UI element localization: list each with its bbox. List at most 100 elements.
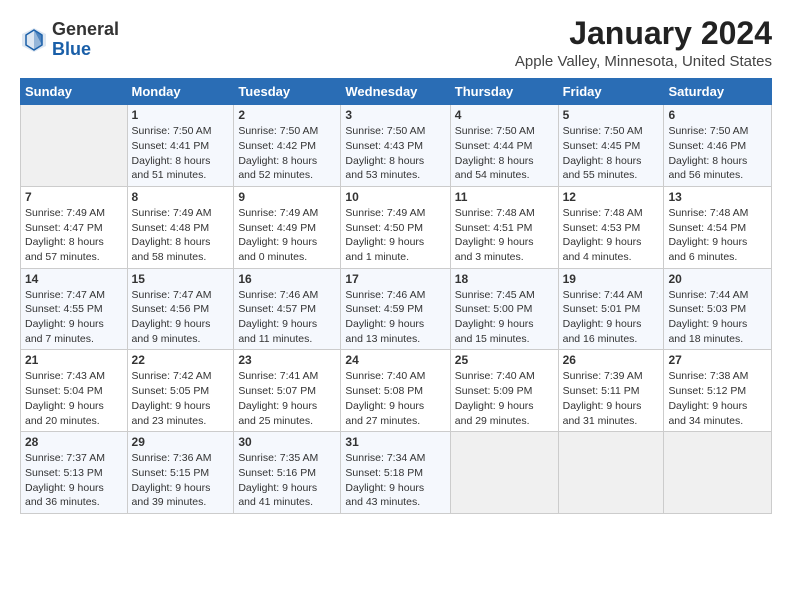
col-header-tuesday: Tuesday: [234, 79, 341, 105]
day-number: 16: [238, 272, 336, 286]
day-info: Sunrise: 7:34 AMSunset: 5:18 PMDaylight:…: [345, 451, 445, 510]
calendar-cell: 27 Sunrise: 7:38 AMSunset: 5:12 PMDayligh…: [664, 350, 772, 432]
calendar-cell: 21 Sunrise: 7:43 AMSunset: 5:04 PMDayligh…: [21, 350, 128, 432]
calendar-cell: 29 Sunrise: 7:36 AMSunset: 5:15 PMDayligh…: [127, 432, 234, 514]
day-info: Sunrise: 7:50 AMSunset: 4:43 PMDaylight:…: [345, 124, 445, 183]
calendar-cell: 16 Sunrise: 7:46 AMSunset: 4:57 PMDayligh…: [234, 268, 341, 350]
day-number: 20: [668, 272, 767, 286]
month-title: January 2024: [515, 16, 772, 51]
day-number: 27: [668, 353, 767, 367]
col-header-friday: Friday: [558, 79, 664, 105]
day-info: Sunrise: 7:40 AMSunset: 5:09 PMDaylight:…: [455, 369, 554, 428]
day-info: Sunrise: 7:41 AMSunset: 5:07 PMDaylight:…: [238, 369, 336, 428]
calendar-cell: 26Sunrise: 7:39 AMSunset: 5:11 PMDayligh…: [558, 350, 664, 432]
day-number: 13: [668, 190, 767, 204]
calendar-cell: 23 Sunrise: 7:41 AMSunset: 5:07 PMDayligh…: [234, 350, 341, 432]
day-info: Sunrise: 7:48 AMSunset: 4:53 PMDaylight:…: [563, 206, 660, 265]
calendar-cell: 3 Sunrise: 7:50 AMSunset: 4:43 PMDaylight…: [341, 105, 450, 187]
logo-icon: [20, 26, 48, 54]
day-number: 8: [132, 190, 230, 204]
week-row-1: 1 Sunrise: 7:50 AMSunset: 4:41 PMDaylight…: [21, 105, 772, 187]
calendar-cell: 15Sunrise: 7:47 AMSunset: 4:56 PMDayligh…: [127, 268, 234, 350]
day-info: Sunrise: 7:43 AMSunset: 5:04 PMDaylight:…: [25, 369, 123, 428]
day-number: 5: [563, 108, 660, 122]
calendar-cell: 10 Sunrise: 7:49 AMSunset: 4:50 PMDayligh…: [341, 186, 450, 268]
calendar-cell: 20 Sunrise: 7:44 AMSunset: 5:03 PMDayligh…: [664, 268, 772, 350]
day-number: 6: [668, 108, 767, 122]
day-info: Sunrise: 7:44 AMSunset: 5:01 PMDaylight:…: [563, 288, 660, 347]
day-number: 17: [345, 272, 445, 286]
week-row-3: 14Sunrise: 7:47 AMSunset: 4:55 PMDayligh…: [21, 268, 772, 350]
day-number: 18: [455, 272, 554, 286]
calendar-cell: 5 Sunrise: 7:50 AMSunset: 4:45 PMDaylight…: [558, 105, 664, 187]
calendar-cell: 7Sunrise: 7:49 AMSunset: 4:47 PMDaylight…: [21, 186, 128, 268]
day-info: Sunrise: 7:39 AMSunset: 5:11 PMDaylight:…: [563, 369, 660, 428]
calendar-cell: 1 Sunrise: 7:50 AMSunset: 4:41 PMDaylight…: [127, 105, 234, 187]
day-info: Sunrise: 7:50 AMSunset: 4:46 PMDaylight:…: [668, 124, 767, 183]
location: Apple Valley, Minnesota, United States: [515, 53, 772, 70]
col-header-monday: Monday: [127, 79, 234, 105]
header-row: SundayMondayTuesdayWednesdayThursdayFrid…: [21, 79, 772, 105]
day-info: Sunrise: 7:47 AMSunset: 4:55 PMDaylight:…: [25, 288, 123, 347]
title-section: January 2024 Apple Valley, Minnesota, Un…: [515, 16, 772, 70]
calendar-cell: 9 Sunrise: 7:49 AMSunset: 4:49 PMDaylight…: [234, 186, 341, 268]
calendar-cell: 17 Sunrise: 7:46 AMSunset: 4:59 PMDayligh…: [341, 268, 450, 350]
day-number: 10: [345, 190, 445, 204]
calendar-cell: 14Sunrise: 7:47 AMSunset: 4:55 PMDayligh…: [21, 268, 128, 350]
day-info: Sunrise: 7:46 AMSunset: 4:59 PMDaylight:…: [345, 288, 445, 347]
calendar-cell: [21, 105, 128, 187]
col-header-wednesday: Wednesday: [341, 79, 450, 105]
day-info: Sunrise: 7:35 AMSunset: 5:16 PMDaylight:…: [238, 451, 336, 510]
calendar-cell: 25 Sunrise: 7:40 AMSunset: 5:09 PMDayligh…: [450, 350, 558, 432]
calendar-cell: 6 Sunrise: 7:50 AMSunset: 4:46 PMDaylight…: [664, 105, 772, 187]
col-header-sunday: Sunday: [21, 79, 128, 105]
day-info: Sunrise: 7:37 AMSunset: 5:13 PMDaylight:…: [25, 451, 123, 510]
day-number: 25: [455, 353, 554, 367]
day-info: Sunrise: 7:50 AMSunset: 4:41 PMDaylight:…: [132, 124, 230, 183]
day-info: Sunrise: 7:48 AMSunset: 4:54 PMDaylight:…: [668, 206, 767, 265]
col-header-saturday: Saturday: [664, 79, 772, 105]
day-number: 24: [345, 353, 445, 367]
day-info: Sunrise: 7:42 AMSunset: 5:05 PMDaylight:…: [132, 369, 230, 428]
calendar-cell: 2 Sunrise: 7:50 AMSunset: 4:42 PMDaylight…: [234, 105, 341, 187]
calendar-cell: [664, 432, 772, 514]
calendar-cell: 11Sunrise: 7:48 AMSunset: 4:51 PMDayligh…: [450, 186, 558, 268]
day-number: 28: [25, 435, 123, 449]
day-info: Sunrise: 7:36 AMSunset: 5:15 PMDaylight:…: [132, 451, 230, 510]
day-info: Sunrise: 7:49 AMSunset: 4:49 PMDaylight:…: [238, 206, 336, 265]
day-info: Sunrise: 7:49 AMSunset: 4:47 PMDaylight:…: [25, 206, 123, 265]
calendar-cell: 8 Sunrise: 7:49 AMSunset: 4:48 PMDaylight…: [127, 186, 234, 268]
day-info: Sunrise: 7:49 AMSunset: 4:50 PMDaylight:…: [345, 206, 445, 265]
day-info: Sunrise: 7:40 AMSunset: 5:08 PMDaylight:…: [345, 369, 445, 428]
week-row-4: 21 Sunrise: 7:43 AMSunset: 5:04 PMDayligh…: [21, 350, 772, 432]
day-info: Sunrise: 7:50 AMSunset: 4:45 PMDaylight:…: [563, 124, 660, 183]
day-info: Sunrise: 7:50 AMSunset: 4:42 PMDaylight:…: [238, 124, 336, 183]
day-number: 2: [238, 108, 336, 122]
day-number: 31: [345, 435, 445, 449]
day-number: 15: [132, 272, 230, 286]
day-number: 4: [455, 108, 554, 122]
day-number: 23: [238, 353, 336, 367]
day-info: Sunrise: 7:49 AMSunset: 4:48 PMDaylight:…: [132, 206, 230, 265]
day-number: 1: [132, 108, 230, 122]
calendar-cell: 24 Sunrise: 7:40 AMSunset: 5:08 PMDayligh…: [341, 350, 450, 432]
day-info: Sunrise: 7:44 AMSunset: 5:03 PMDaylight:…: [668, 288, 767, 347]
calendar-cell: 28 Sunrise: 7:37 AMSunset: 5:13 PMDayligh…: [21, 432, 128, 514]
logo: General Blue: [20, 20, 119, 60]
calendar-cell: [558, 432, 664, 514]
col-header-thursday: Thursday: [450, 79, 558, 105]
calendar-cell: 30 Sunrise: 7:35 AMSunset: 5:16 PMDayligh…: [234, 432, 341, 514]
day-info: Sunrise: 7:38 AMSunset: 5:12 PMDaylight:…: [668, 369, 767, 428]
day-number: 3: [345, 108, 445, 122]
day-number: 30: [238, 435, 336, 449]
calendar-cell: 12Sunrise: 7:48 AMSunset: 4:53 PMDayligh…: [558, 186, 664, 268]
day-number: 21: [25, 353, 123, 367]
calendar-cell: 13 Sunrise: 7:48 AMSunset: 4:54 PMDayligh…: [664, 186, 772, 268]
day-info: Sunrise: 7:46 AMSunset: 4:57 PMDaylight:…: [238, 288, 336, 347]
day-info: Sunrise: 7:45 AMSunset: 5:00 PMDaylight:…: [455, 288, 554, 347]
day-info: Sunrise: 7:48 AMSunset: 4:51 PMDaylight:…: [455, 206, 554, 265]
day-number: 29: [132, 435, 230, 449]
day-number: 9: [238, 190, 336, 204]
calendar-cell: 18 Sunrise: 7:45 AMSunset: 5:00 PMDayligh…: [450, 268, 558, 350]
calendar-cell: 4Sunrise: 7:50 AMSunset: 4:44 PMDaylight…: [450, 105, 558, 187]
